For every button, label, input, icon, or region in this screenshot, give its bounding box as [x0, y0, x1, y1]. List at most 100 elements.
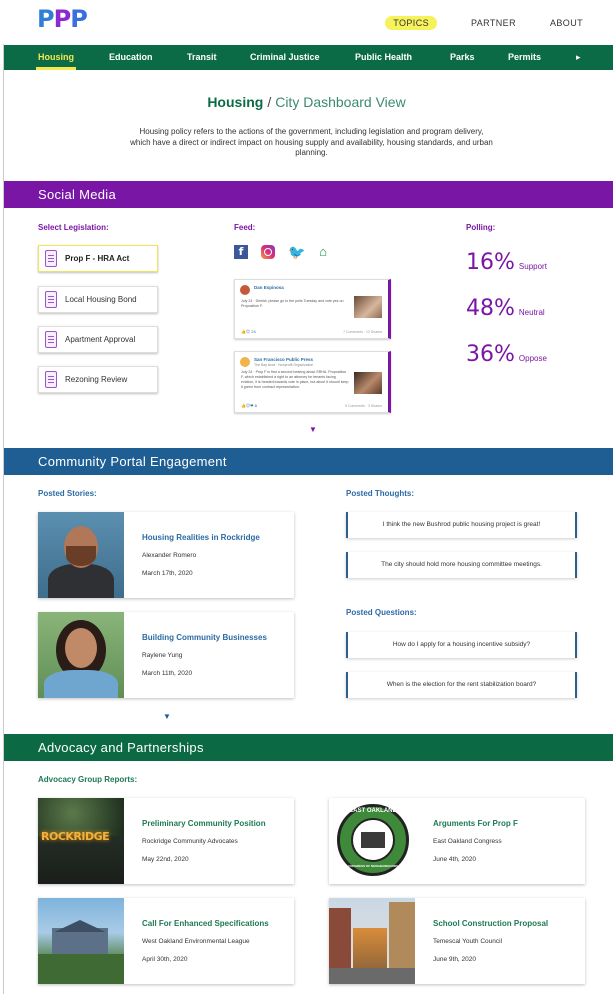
post-author: San Francisco Public Press [254, 357, 314, 362]
advocacy-reports-label: Advocacy Group Reports: [38, 775, 138, 784]
community-portal-header: Community Portal Engagement [4, 448, 613, 475]
question-card[interactable]: How do I apply for a housing incentive s… [346, 632, 577, 658]
post-image [354, 372, 382, 394]
report-date: May 22nd, 2020 [142, 856, 189, 863]
report-org: Rockridge Community Advocates [142, 838, 238, 845]
rockridge-sign: ROCKRIDGE [41, 830, 110, 843]
twitter-icon[interactable]: 🐦 [288, 245, 305, 259]
report-org: West Oakland Environmental League [142, 938, 250, 945]
poll-label: Support [518, 262, 547, 271]
posted-questions-label: Posted Questions: [346, 608, 417, 617]
nav-item-education[interactable]: Education [109, 45, 153, 70]
report-title[interactable]: School Construction Proposal [433, 919, 548, 928]
post-meta: 7 Comments · 12 Shares [343, 330, 382, 334]
legislation-button-housing-bond[interactable]: Local Housing Bond [38, 286, 158, 313]
avatar [240, 285, 250, 295]
poll-support: 16% Support [466, 250, 547, 275]
story-author: Alexander Romero [142, 552, 197, 559]
feed-more-arrow-icon[interactable]: ▼ [309, 425, 317, 434]
report-card[interactable]: EAST OAKLAND CONGRESS OF NEIGHBORHOODS A… [329, 798, 585, 884]
thought-card[interactable]: The city should hold more housing commit… [346, 552, 577, 578]
posted-thoughts-label: Posted Thoughts: [346, 489, 414, 498]
nextdoor-icon[interactable]: ⌂ [316, 245, 330, 259]
nav-item-parks[interactable]: Parks [450, 45, 475, 70]
report-date: April 30th, 2020 [142, 956, 188, 963]
nav-item-permits[interactable]: Permits [508, 45, 541, 70]
story-author: Raylene Yung [142, 652, 183, 659]
logo-text-bottom: CONGRESS OF NEIGHBORHOODS [347, 864, 399, 868]
legislation-button-prop-f[interactable]: Prop F - HRA Act [38, 245, 158, 272]
story-title[interactable]: Housing Realities in Rockridge [142, 533, 260, 542]
advocacy-header: Advocacy and Partnerships [4, 734, 613, 761]
nav-item-criminal-justice[interactable]: Criminal Justice [250, 45, 320, 70]
document-icon [45, 250, 57, 267]
nav-more-arrow-icon[interactable]: ▸ [576, 45, 581, 70]
facebook-icon[interactable]: f [234, 245, 248, 259]
legislation-label: Rezoning Review [65, 375, 128, 384]
report-card[interactable]: ROCKRIDGE Preliminary Community Position… [38, 798, 294, 884]
nav-item-housing[interactable]: Housing [36, 45, 76, 70]
post-meta: 6 Comments · 3 Shares [345, 404, 382, 408]
legislation-button-apartment-approval[interactable]: Apartment Approval [38, 326, 158, 353]
logo-text-top: EAST OAKLAND [349, 808, 397, 814]
legislation-label: Prop F - HRA Act [65, 254, 130, 263]
report-photo: ROCKRIDGE [38, 798, 124, 884]
report-org: East Oakland Congress [433, 838, 502, 845]
stories-more-arrow-icon[interactable]: ▼ [163, 712, 171, 721]
report-card[interactable]: School Construction Proposal Temescal Yo… [329, 898, 585, 984]
story-card[interactable]: Building Community Businesses Raylene Yu… [38, 612, 294, 698]
post-reactions: 👍😊 24 [241, 329, 256, 334]
story-photo [38, 512, 124, 598]
post-subtitle: The Bay Area · Nonprofit Organization [254, 363, 314, 367]
about-link[interactable]: ABOUT [550, 18, 583, 30]
feed-post[interactable]: San Francisco Public Press The Bay Area … [234, 351, 391, 413]
poll-label: Oppose [518, 354, 547, 363]
post-image [354, 296, 382, 318]
nav-item-transit[interactable]: Transit [187, 45, 217, 70]
poll-percent: 48% [466, 296, 515, 321]
report-date: June 9th, 2020 [433, 956, 477, 963]
nav-item-public-health[interactable]: Public Health [355, 45, 412, 70]
document-icon [45, 291, 57, 308]
poll-neutral: 48% Neutral [466, 296, 545, 321]
story-card[interactable]: Housing Realities in Rockridge Alexander… [38, 512, 294, 598]
report-title[interactable]: Arguments For Prop F [433, 819, 518, 828]
avatar [240, 357, 250, 367]
poll-percent: 16% [466, 250, 515, 275]
question-card[interactable]: When is the election for the rent stabil… [346, 672, 577, 698]
post-author: Dan Espinosa [254, 285, 284, 290]
polling-label: Polling: [466, 223, 496, 232]
site-logo[interactable]: PPP [37, 5, 88, 33]
poll-percent: 36% [466, 342, 515, 367]
story-date: March 17th, 2020 [142, 570, 193, 577]
report-card[interactable]: Call For Enhanced Specifications West Oa… [38, 898, 294, 984]
story-photo [38, 612, 124, 698]
document-icon [45, 371, 57, 388]
feed-label: Feed: [234, 223, 256, 232]
post-text: July 24 · Prop F is first a second heari… [241, 370, 349, 389]
feed-post[interactable]: Dan Espinosa July 24 · District: please … [234, 279, 391, 339]
legislation-button-rezoning-review[interactable]: Rezoning Review [38, 366, 158, 393]
report-photo [329, 898, 415, 984]
report-title[interactable]: Call For Enhanced Specifications [142, 919, 269, 928]
thought-card[interactable]: I think the new Bushrod public housing p… [346, 512, 577, 538]
page-title-topic: Housing [207, 94, 264, 110]
poll-oppose: 36% Oppose [466, 342, 547, 367]
poll-label: Neutral [518, 308, 545, 317]
social-media-header: Social Media [4, 181, 613, 208]
report-org: Temescal Youth Council [433, 938, 503, 945]
select-legislation-label: Select Legislation: [38, 223, 109, 232]
legislation-label: Local Housing Bond [65, 295, 137, 304]
story-title[interactable]: Building Community Businesses [142, 633, 267, 642]
report-title[interactable]: Preliminary Community Position [142, 819, 266, 828]
document-icon [45, 331, 57, 348]
instagram-icon[interactable] [261, 245, 275, 259]
page-title-view: City Dashboard View [275, 94, 406, 110]
legislation-label: Apartment Approval [65, 335, 136, 344]
partner-link[interactable]: PARTNER [471, 18, 516, 30]
report-date: June 4th, 2020 [433, 856, 477, 863]
topics-link[interactable]: TOPICS [385, 16, 437, 30]
east-oakland-congress-logo: EAST OAKLAND CONGRESS OF NEIGHBORHOODS [329, 798, 415, 884]
top-bar: PPP TOPICS PARTNER ABOUT [0, 0, 613, 44]
post-reactions: 👍😊❤ 8 [241, 403, 257, 408]
